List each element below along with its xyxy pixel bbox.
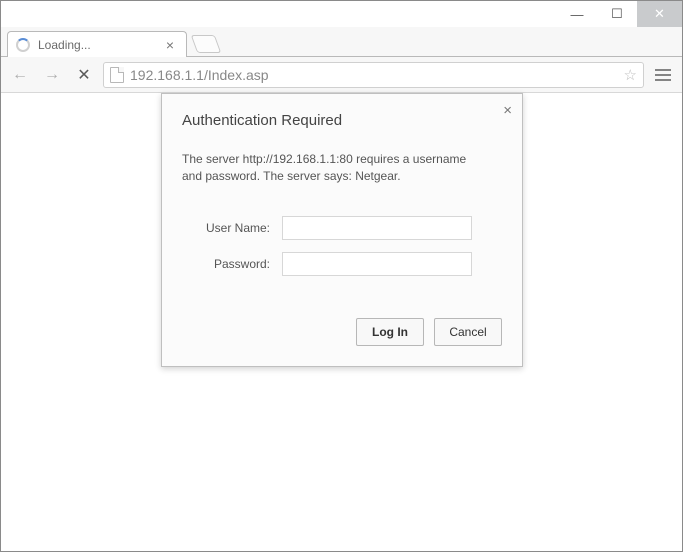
tab-close-button[interactable]: × xyxy=(162,37,178,53)
login-button[interactable]: Log In xyxy=(356,318,424,346)
auth-dialog: × Authentication Required The server htt… xyxy=(161,93,523,367)
window-minimize-button[interactable]: — xyxy=(557,1,597,27)
password-row: Password: xyxy=(182,252,502,276)
username-input[interactable] xyxy=(282,216,472,240)
url-text: 192.168.1.1/Index.asp xyxy=(130,67,269,83)
dialog-close-button[interactable]: × xyxy=(503,102,512,119)
tab-title: Loading... xyxy=(38,38,162,52)
password-label: Password: xyxy=(182,257,282,271)
tab-strip: Loading... × xyxy=(1,27,682,57)
page-icon xyxy=(110,67,124,83)
window-titlebar: — ☐ ✕ xyxy=(1,1,682,27)
password-input[interactable] xyxy=(282,252,472,276)
browser-menu-button[interactable] xyxy=(650,62,676,88)
bookmark-star-icon[interactable]: ☆ xyxy=(624,66,637,84)
browser-toolbar: ← → ✕ 192.168.1.1/Index.asp ☆ xyxy=(1,57,682,93)
stop-reload-button[interactable]: ✕ xyxy=(71,62,97,88)
window-maximize-button[interactable]: ☐ xyxy=(597,1,637,27)
back-button[interactable]: ← xyxy=(7,62,33,88)
dialog-message: The server http://192.168.1.1:80 require… xyxy=(182,151,502,186)
address-bar[interactable]: 192.168.1.1/Index.asp ☆ xyxy=(103,62,644,88)
new-tab-button[interactable] xyxy=(191,35,222,53)
dialog-title: Authentication Required xyxy=(182,112,502,129)
loading-spinner-icon xyxy=(16,38,30,52)
forward-button[interactable]: → xyxy=(39,62,65,88)
dialog-actions: Log In Cancel xyxy=(182,318,502,346)
cancel-button[interactable]: Cancel xyxy=(434,318,502,346)
page-content: × Authentication Required The server htt… xyxy=(1,93,682,551)
window-close-button[interactable]: ✕ xyxy=(637,1,682,27)
menu-icon xyxy=(655,69,671,71)
username-label: User Name: xyxy=(182,221,282,235)
username-row: User Name: xyxy=(182,216,502,240)
browser-tab[interactable]: Loading... × xyxy=(7,31,187,57)
